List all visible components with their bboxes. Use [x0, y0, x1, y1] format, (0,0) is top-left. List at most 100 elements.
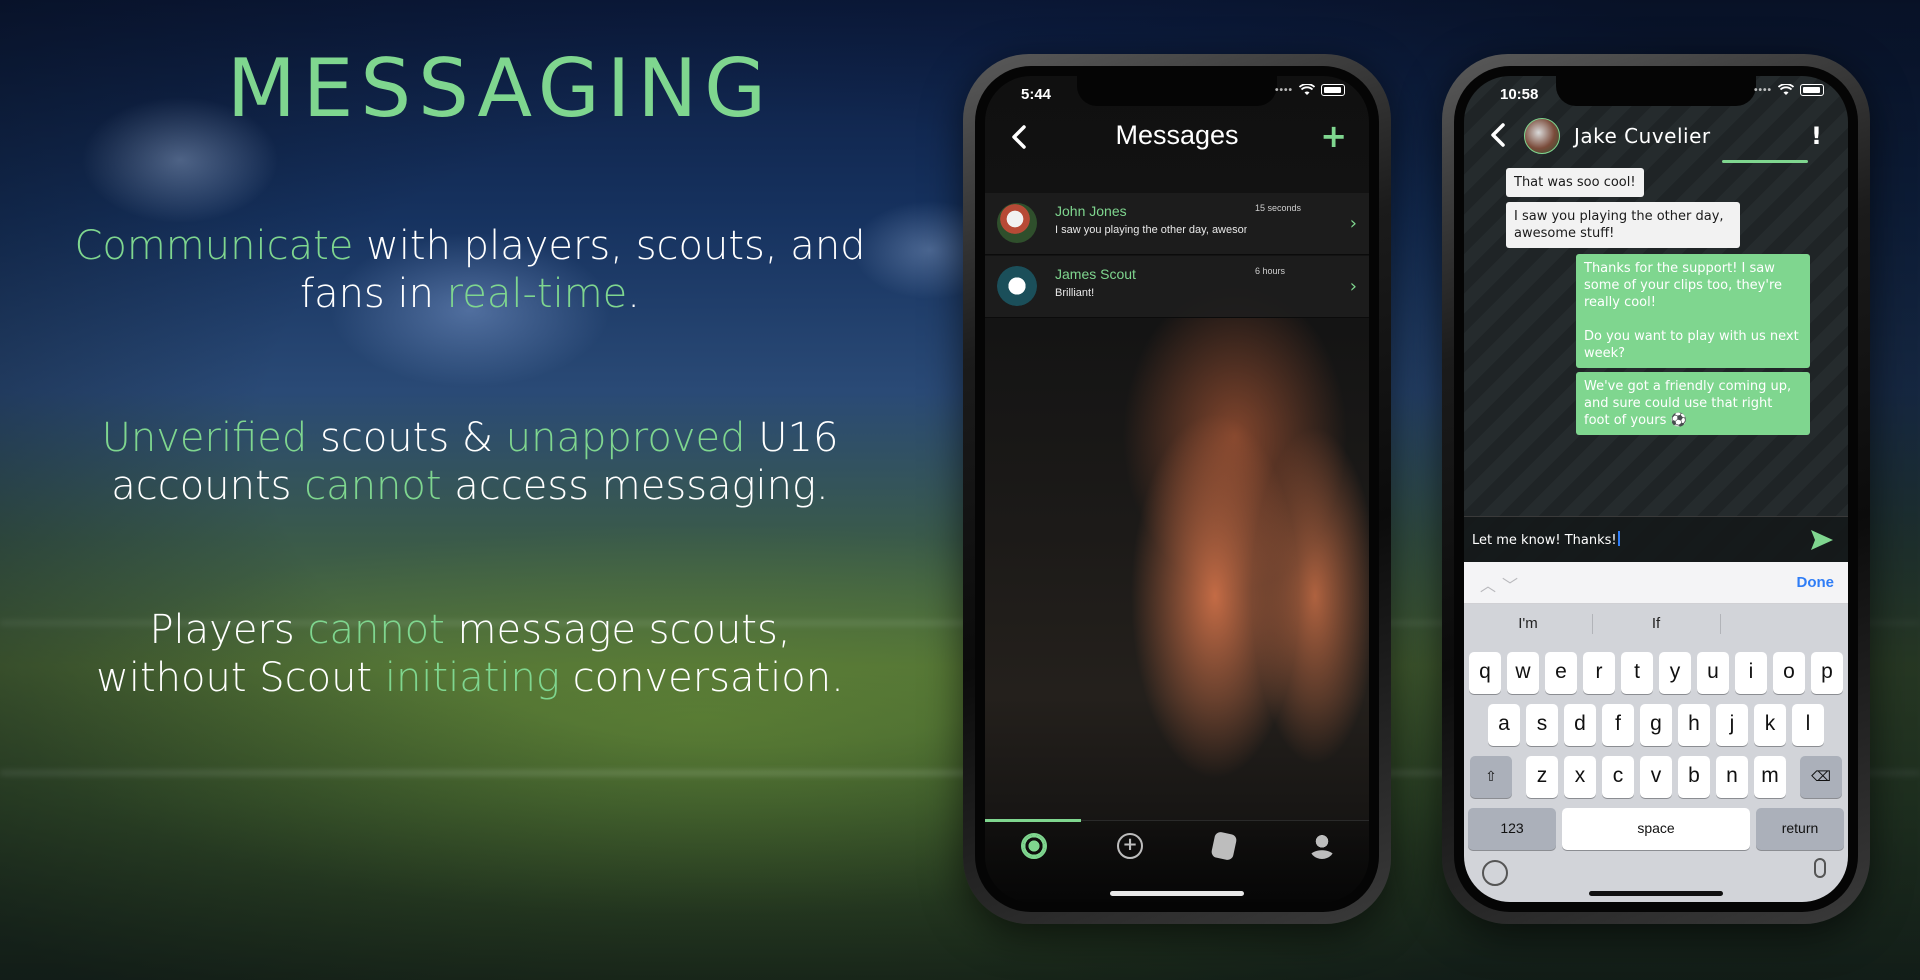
feature-restrictions: Unverified scouts & unapproved U16 accou… [40, 414, 900, 510]
prev-next-arrows-icon[interactable]: ︿﹀ [1480, 572, 1524, 596]
key[interactable]: i [1735, 652, 1767, 694]
key[interactable]: m [1754, 756, 1786, 798]
signal-icon: •••• [1753, 84, 1772, 96]
status-bar: 5:44 •••• [985, 84, 1369, 108]
avatar [997, 266, 1037, 306]
text-caret [1617, 531, 1620, 546]
phone-messages-list: 5:44 •••• Messages + John Jones I saw yo… [963, 54, 1391, 924]
wifi-icon [1299, 84, 1315, 95]
chevron-right-icon: › [1349, 213, 1357, 234]
wifi-icon [1778, 84, 1794, 95]
conversation-name: James Scout [1055, 266, 1136, 282]
chat-header: Jake Cuvelier ! [1464, 116, 1848, 166]
tab-cards-icon[interactable] [1210, 830, 1238, 862]
report-exclamation-icon[interactable]: ! [1811, 122, 1822, 150]
feature-realtime: Communicate with players, scouts, and fa… [40, 222, 900, 318]
backspace-key-icon[interactable]: ⌫ [1800, 756, 1842, 798]
messages-header: Messages + [985, 116, 1369, 160]
contact-name[interactable]: Jake Cuvelier [1574, 124, 1711, 148]
key[interactable]: p [1811, 652, 1843, 694]
text-segment: scouts & [307, 415, 506, 461]
shift-key-icon[interactable]: ⇧ [1470, 756, 1512, 798]
key[interactable]: y [1659, 652, 1691, 694]
key[interactable]: n [1716, 756, 1748, 798]
key-row-4: 123 space return [1464, 808, 1848, 850]
key[interactable]: l [1792, 704, 1824, 746]
suggestion[interactable] [1720, 604, 1848, 644]
contact-avatar[interactable] [1524, 118, 1560, 154]
suggestion[interactable]: I'm [1464, 604, 1592, 644]
tab-add-icon[interactable]: + [1117, 833, 1143, 859]
highlight-cannot: cannot [304, 463, 442, 509]
hero-copy: MESSAGING Communicate with players, scou… [0, 0, 940, 980]
key[interactable]: k [1754, 704, 1786, 746]
battery-icon [1800, 84, 1824, 96]
key[interactable]: o [1773, 652, 1805, 694]
header-underline [1722, 160, 1808, 163]
text-segment: . [627, 271, 640, 317]
message-input-value: Let me know! Thanks! [1472, 533, 1617, 548]
key[interactable]: x [1564, 756, 1596, 798]
feature-scout-initiation: Players cannot message scouts, without S… [40, 606, 900, 702]
avatar [997, 203, 1037, 243]
microphone-icon[interactable] [1814, 858, 1826, 878]
conversation-row[interactable]: James Scout Brilliant! 6 hours › [985, 256, 1369, 318]
key[interactable]: u [1697, 652, 1729, 694]
highlight-initiating: initiating [384, 655, 560, 701]
keyboard: I'm If q w e r t y u i o p a s d f g h j… [1464, 604, 1848, 902]
messages-title: Messages [1115, 120, 1239, 150]
conversation-time: 15 seconds [1255, 203, 1302, 213]
conversation-preview: I saw you playing the other day, awesome… [1055, 224, 1247, 236]
text-segment: with players, scouts, and [353, 223, 866, 269]
space-key[interactable]: space [1562, 808, 1750, 850]
key[interactable]: s [1526, 704, 1558, 746]
text-segment: U16 [745, 415, 839, 461]
key[interactable]: h [1678, 704, 1710, 746]
message-bubble-outgoing: Thanks for the support! I saw some of yo… [1576, 254, 1810, 368]
key[interactable]: r [1583, 652, 1615, 694]
key[interactable]: f [1602, 704, 1634, 746]
tab-bar: + [985, 819, 1369, 902]
conversation-name: John Jones [1055, 203, 1127, 219]
key[interactable]: z [1526, 756, 1558, 798]
key[interactable]: w [1507, 652, 1539, 694]
key[interactable]: e [1545, 652, 1577, 694]
key[interactable]: c [1602, 756, 1634, 798]
key[interactable]: b [1678, 756, 1710, 798]
done-button[interactable]: Done [1797, 574, 1835, 591]
tab-soccer-ball-icon[interactable] [1021, 833, 1047, 859]
home-indicator [1110, 891, 1244, 896]
text-segment: conversation. [559, 655, 844, 701]
message-input[interactable]: Let me know! Thanks! [1472, 531, 1620, 548]
send-icon[interactable] [1810, 529, 1834, 551]
key[interactable]: d [1564, 704, 1596, 746]
key[interactable]: v [1640, 756, 1672, 798]
highlight-unverified: Unverified [101, 415, 308, 461]
new-message-plus-icon[interactable]: + [1320, 120, 1347, 152]
suggestion[interactable]: If [1592, 604, 1720, 644]
key[interactable]: t [1621, 652, 1653, 694]
text-segment: without Scout [96, 655, 385, 701]
conversation-row[interactable]: John Jones I saw you playing the other d… [985, 193, 1369, 255]
back-icon[interactable] [1486, 122, 1512, 148]
emoji-icon[interactable] [1482, 860, 1508, 886]
numbers-key[interactable]: 123 [1468, 808, 1556, 850]
message-composer[interactable]: Let me know! Thanks! [1464, 516, 1848, 562]
signal-icon: •••• [1274, 84, 1293, 96]
key[interactable]: a [1488, 704, 1520, 746]
key-row-3: ⇧ z x c v b n m ⌫ [1464, 756, 1848, 798]
return-key[interactable]: return [1756, 808, 1844, 850]
tab-profile-icon[interactable] [1309, 833, 1335, 859]
key-row-1: q w e r t y u i o p [1464, 652, 1848, 694]
conversation-preview: Brilliant! [1055, 287, 1095, 299]
key[interactable]: g [1640, 704, 1672, 746]
text-segment: message scouts, [444, 607, 791, 653]
key[interactable]: q [1469, 652, 1501, 694]
chevron-right-icon: › [1349, 276, 1357, 297]
key[interactable]: j [1716, 704, 1748, 746]
highlight-realtime: real-time [446, 271, 628, 317]
keyboard-accessory-bar: ︿﹀ Done [1464, 562, 1848, 604]
text-segment: access messaging. [441, 463, 829, 509]
phone-chat: 10:58 •••• Jake Cuvelier ! That was soo … [1442, 54, 1870, 924]
text-segment: Players [149, 607, 308, 653]
